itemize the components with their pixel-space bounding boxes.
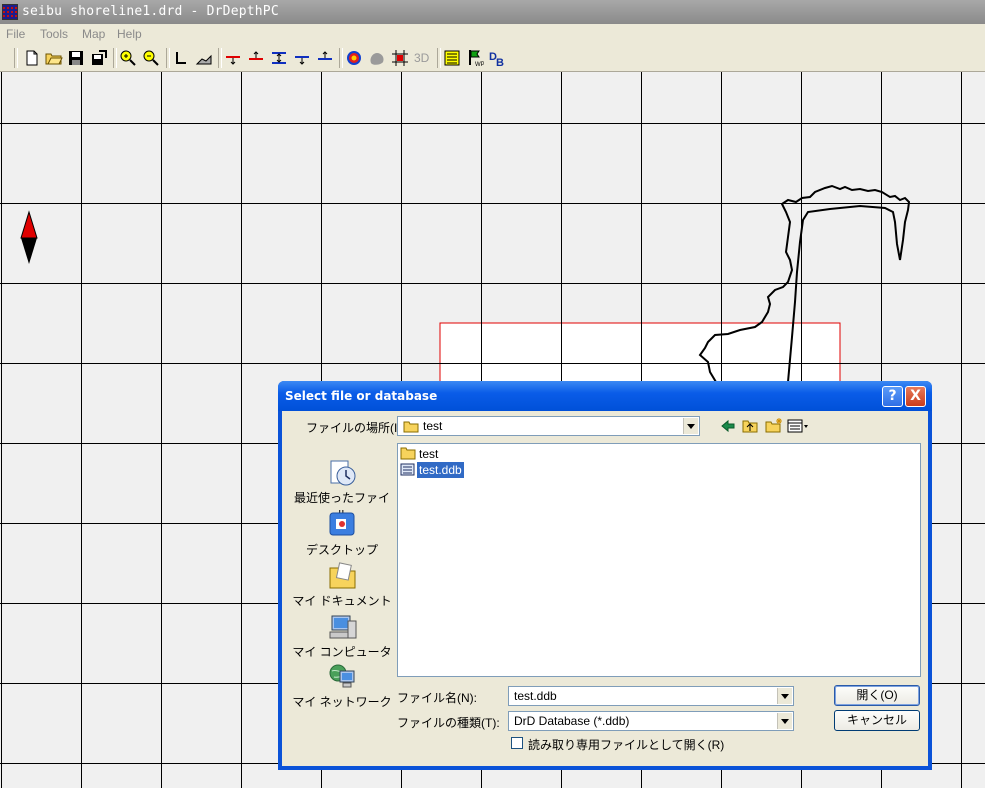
look-in-combo[interactable]: test (397, 416, 700, 436)
toolbar-separator (218, 48, 222, 68)
new-folder-icon[interactable] (765, 417, 783, 433)
open-button[interactable]: 開く(O) (834, 685, 920, 706)
places-my-network-label: マイ ネットワーク (292, 695, 392, 709)
readonly-label: 読み取り専用ファイルとして開く(R) (528, 738, 725, 752)
grid-target-icon[interactable] (391, 49, 409, 67)
zoom-in-icon[interactable] (119, 49, 137, 67)
list-icon[interactable] (443, 49, 461, 67)
waypoint-icon[interactable]: WP (466, 49, 484, 67)
filetype-value: DrD Database (*.ddb) (514, 714, 630, 728)
look-in-value: test (423, 419, 443, 433)
open-folder-icon[interactable] (45, 49, 63, 67)
readonly-checkbox[interactable] (511, 737, 523, 749)
recent-documents-icon (330, 460, 356, 486)
menu-help[interactable]: Help (117, 27, 142, 41)
places-my-computer[interactable]: マイ コンピュータ (290, 613, 394, 663)
profile-icon[interactable] (195, 49, 213, 67)
places-bar: 最近使ったファイル デスクトップ マイ ドキュメント マイ コンピュータ マイ … (290, 459, 394, 709)
places-my-documents[interactable]: マイ ドキュメント (290, 562, 394, 612)
toolbar-separator (166, 48, 170, 68)
look-in-dropdown-button[interactable] (683, 418, 698, 434)
svg-text:B: B (496, 57, 504, 67)
3d-view-button[interactable]: 3D (414, 49, 432, 67)
folder-icon (403, 421, 419, 433)
file-name: test.ddb (417, 462, 464, 478)
toolbar-separator (113, 48, 117, 68)
new-file-icon[interactable] (23, 49, 41, 67)
dialog-title-bar[interactable]: Select file or database ? X (278, 381, 932, 411)
dialog-title: Select file or database (285, 389, 438, 403)
filename-input[interactable]: test.ddb (508, 686, 794, 706)
my-network-icon (329, 664, 355, 688)
filename-value: test.ddb (514, 689, 557, 703)
help-button[interactable]: ? (882, 386, 903, 407)
file-list[interactable]: test drd test.ddb (397, 443, 921, 677)
window-title: seibu shoreline1.drd - DrDepthPC (22, 4, 279, 19)
places-recent[interactable]: 最近使ったファイル (290, 459, 394, 522)
svg-text:WP: WP (475, 62, 484, 67)
menu-tools[interactable]: Tools (40, 27, 68, 41)
filetype-select[interactable]: DrD Database (*.ddb) (508, 711, 794, 731)
database-icon[interactable]: DB (489, 49, 507, 67)
filetype-dropdown-button[interactable] (777, 713, 792, 729)
filename-dropdown-button[interactable] (777, 688, 792, 704)
menu-file[interactable]: File (6, 27, 25, 41)
places-my-computer-label: マイ コンピュータ (292, 645, 392, 659)
zoom-out-icon[interactable] (142, 49, 160, 67)
close-button[interactable]: X (905, 386, 926, 407)
places-my-documents-label: マイ ドキュメント (292, 594, 392, 608)
filetype-label: ファイルの種類(T): (397, 716, 500, 730)
filename-label: ファイル名(N): (397, 691, 477, 705)
depth-up-red-icon[interactable] (247, 49, 265, 67)
depth-range-blue-icon[interactable] (270, 49, 288, 67)
back-icon[interactable] (720, 419, 736, 433)
up-folder-icon[interactable] (742, 418, 758, 433)
depth-down-red-icon[interactable] (224, 49, 242, 67)
toolbar: 3D WP DB (0, 44, 985, 72)
toolbar-grip (14, 48, 18, 68)
north-arrow-icon (20, 210, 38, 264)
toolbar-separator (339, 48, 343, 68)
my-computer-icon (329, 615, 357, 639)
open-file-dialog: Select file or database ? X ファイルの場所(I): … (278, 381, 932, 770)
save-icon[interactable] (67, 49, 85, 67)
menu-bar: File Tools Map Help (0, 24, 985, 44)
app-icon[interactable] (2, 4, 18, 20)
places-desktop[interactable]: デスクトップ (290, 511, 394, 561)
view-menu-icon[interactable] (787, 419, 809, 433)
look-in-label: ファイルの場所(I): (306, 421, 405, 435)
title-bar: seibu shoreline1.drd - DrDepthPC (0, 0, 985, 24)
contour-color-icon[interactable] (345, 49, 363, 67)
shade-icon[interactable] (368, 49, 386, 67)
places-desktop-label: デスクトップ (305, 543, 378, 557)
axis-icon[interactable] (172, 49, 190, 67)
cancel-button[interactable]: キャンセル (834, 710, 920, 731)
save-as-icon[interactable] (90, 49, 108, 67)
places-my-network[interactable]: マイ ネットワーク (290, 663, 394, 713)
dialog-body: ファイルの場所(I): test 最近使ったファイル デスクトップ マイ ドキュ… (282, 411, 928, 766)
depth-down-blue-icon[interactable] (293, 49, 311, 67)
database-file-icon (400, 463, 415, 476)
menu-map[interactable]: Map (82, 27, 105, 41)
my-documents-icon (329, 562, 356, 589)
folder-icon (400, 447, 416, 460)
desktop-icon (329, 512, 355, 536)
toolbar-separator (437, 48, 441, 68)
depth-up-blue-icon[interactable] (316, 49, 334, 67)
